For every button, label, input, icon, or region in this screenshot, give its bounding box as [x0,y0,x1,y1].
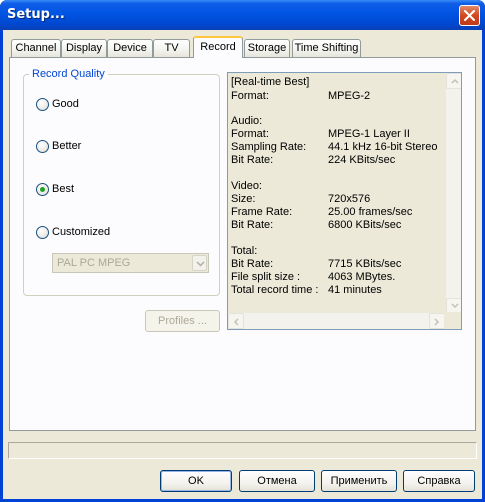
ok-button[interactable]: OK [160,470,232,492]
vertical-scrollbar[interactable] [445,73,461,314]
profiles-button[interactable]: Profiles ... [145,310,220,332]
help-button-label: Справка [417,475,461,487]
scroll-left-button[interactable] [228,313,244,329]
cancel-button-label: Отмена [257,475,297,487]
title-bar[interactable]: Setup... [0,0,485,30]
tab-label: Time Shifting [294,42,359,54]
close-icon [464,10,475,21]
chevron-left-icon [233,318,239,326]
radio-label: Good [52,98,79,110]
ok-button-label: OK [188,475,204,487]
tab-display[interactable]: Display [61,39,107,57]
radio-button[interactable] [36,98,49,111]
tab-storage[interactable]: Storage [244,39,290,57]
radio-label: Best [52,183,75,195]
scroll-right-button[interactable] [429,313,445,329]
profile-select[interactable]: PAL PC MPEG [52,253,209,273]
radio-label: Customized [52,226,111,238]
radio-label: Better [52,140,82,152]
status-bar [8,442,477,459]
tab-label: TV [164,42,179,54]
radio-button[interactable] [36,226,49,239]
chevron-down-icon [196,261,205,267]
tab-time-shifting[interactable]: Time Shifting [292,39,361,57]
horizontal-scrollbar[interactable] [228,313,445,329]
apply-button-label: Применить [330,475,388,487]
record-quality-label: Record Quality [29,68,108,80]
tab-device[interactable]: Device [107,39,153,57]
tab-label: Display [65,42,103,54]
radio-button[interactable] [36,183,49,196]
tab-label: Storage [247,42,287,54]
tab-record[interactable]: Record [193,36,243,58]
tab-label: Record [200,41,236,53]
window-title: Setup... [7,7,65,22]
radio-button[interactable] [36,140,49,153]
apply-button[interactable]: Применить [321,470,397,492]
cancel-button[interactable]: Отмена [239,470,315,492]
dropdown-button[interactable] [192,255,207,271]
profiles-button-label: Profiles ... [158,315,207,327]
chevron-right-icon [434,318,440,326]
scrollbar-corner [444,312,461,329]
help-button[interactable]: Справка [403,470,475,492]
radio-selected-dot [40,187,45,192]
record-info-box[interactable]: [Real-time Best] Format: MPEG-2 Audio: Fo… [227,72,462,330]
close-button[interactable] [459,5,480,26]
chevron-up-icon [451,78,459,84]
scroll-up-button[interactable] [446,73,461,89]
tab-label: Channel [15,42,57,54]
tab-label: Device [113,42,147,54]
tab-channel[interactable]: Channel [11,39,61,57]
profile-select-value: PAL PC MPEG [57,257,131,269]
setup-dialog: Setup... Channel Display Device TV Recor… [0,0,485,502]
tab-tv[interactable]: TV [153,39,190,57]
chevron-down-icon [451,303,459,309]
